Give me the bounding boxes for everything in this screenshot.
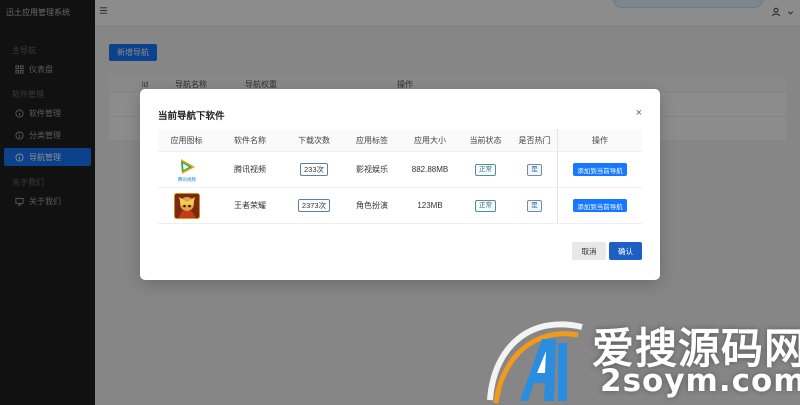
close-icon[interactable]: ×: [636, 108, 642, 119]
icon-caption: 腾讯视频: [178, 176, 196, 183]
watermark-logo-icon: [482, 305, 592, 405]
add-to-navigation-button[interactable]: 添加到当前导航: [573, 199, 627, 212]
table-header: 应用图标 软件名称 下载次数 应用标签 应用大小 当前状态 是否热门 操作: [158, 129, 642, 152]
status-badge: 正常: [475, 199, 496, 212]
tencent-video-app-icon: 腾讯视频: [174, 157, 200, 183]
software-modal: 当前导航下软件 × 应用图标 软件名称 下载次数 应用标签 应用大小 当前状态 …: [140, 89, 660, 280]
software-table: 应用图标 软件名称 下载次数 应用标签 应用大小 当前状态 是否热门 操作 腾讯…: [158, 129, 642, 224]
column-header: 应用图标: [170, 135, 203, 145]
confirm-button[interactable]: 确认: [609, 242, 642, 260]
hot-badge: 是: [527, 199, 542, 212]
table-row: 腾讯视频 腾讯视频 233次 影视娱乐 882.88MB 正常 是 添加到当前导…: [158, 152, 642, 188]
software-tag: 影视娱乐: [356, 165, 388, 174]
add-to-navigation-button[interactable]: 添加到当前导航: [573, 163, 627, 176]
column-header: 应用标签: [356, 135, 388, 145]
honor-of-kings-app-icon: [173, 192, 200, 219]
column-header: 操作: [557, 129, 642, 151]
software-name: 腾讯视频: [234, 165, 266, 174]
download-count-tag: 233次: [299, 163, 328, 176]
cancel-button[interactable]: 取消: [572, 242, 606, 260]
column-header: 是否热门: [518, 135, 551, 145]
software-size: 882.88MB: [411, 165, 449, 174]
column-header: 下载次数: [298, 135, 330, 145]
modal-title: 当前导航下软件: [158, 111, 225, 122]
download-count-tag: 2373次: [297, 199, 331, 212]
hot-badge: 是: [527, 163, 542, 176]
column-header: 软件名称: [234, 135, 266, 145]
table-row: 王者荣耀 2373次 角色扮演 123MB 正常 是 添加到当前导航: [158, 188, 642, 224]
watermark-url: 2soym.com: [600, 363, 800, 399]
software-size: 123MB: [417, 201, 443, 210]
column-header: 应用大小: [414, 135, 446, 145]
software-tag: 角色扮演: [356, 201, 388, 210]
column-header: 当前状态: [469, 135, 502, 145]
status-badge: 正常: [475, 163, 496, 176]
software-name: 王者荣耀: [234, 201, 266, 210]
